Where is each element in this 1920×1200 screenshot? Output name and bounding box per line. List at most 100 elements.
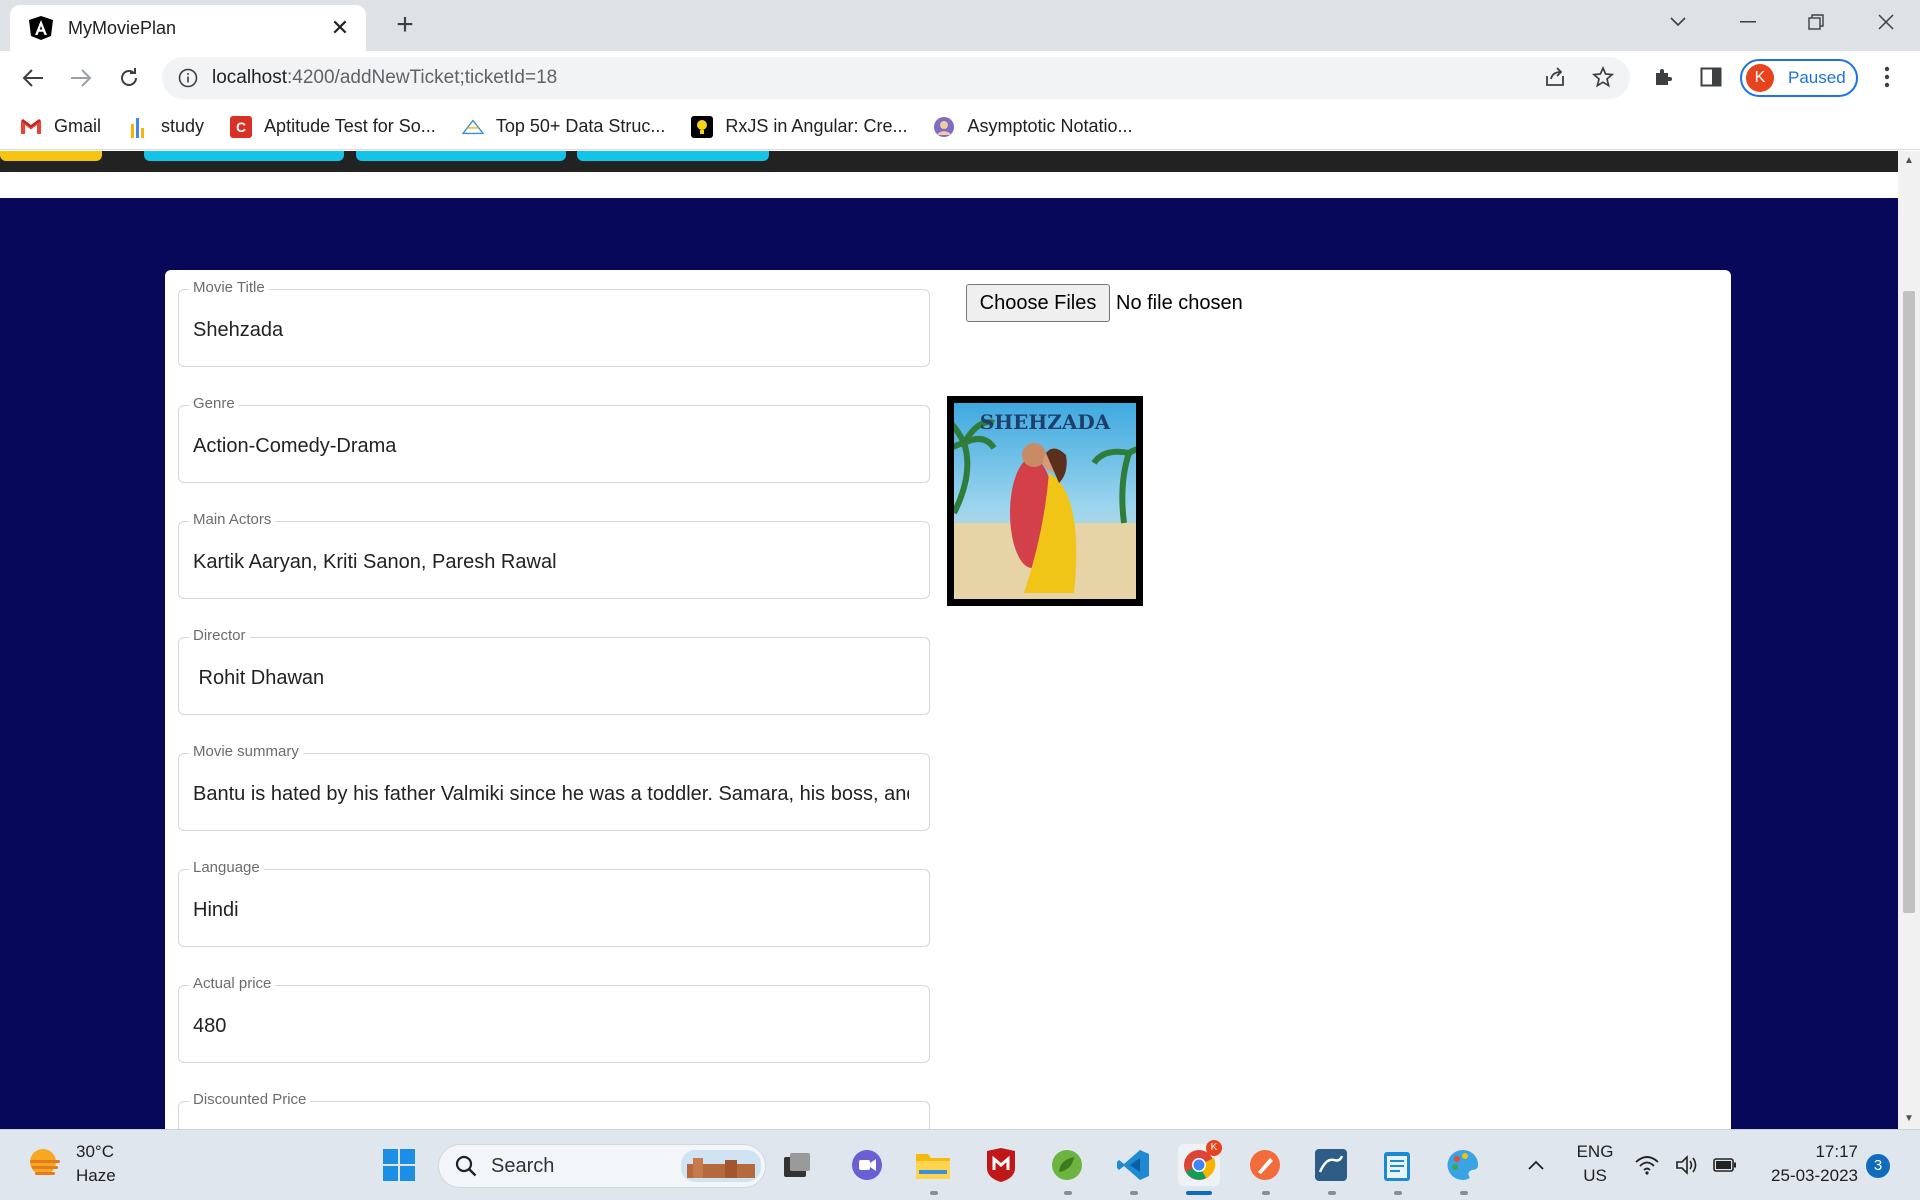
address-bar[interactable]: localhost:4200/addNewTicket;ticketId=18	[162, 57, 1630, 99]
profile-button[interactable]: K Paused	[1740, 59, 1858, 97]
close-tab-icon[interactable]: ✕	[328, 15, 352, 41]
paint-icon[interactable]	[1442, 1144, 1484, 1186]
side-panel-icon[interactable]	[1696, 62, 1726, 92]
nav-button[interactable]	[0, 151, 102, 161]
temperature: 30°C	[76, 1142, 114, 1161]
bookmark-study[interactable]: study	[127, 116, 204, 138]
share-icon[interactable]	[1540, 62, 1570, 92]
weather-widget[interactable]: 30°C Haze	[26, 1140, 116, 1188]
mcafee-icon[interactable]	[980, 1144, 1022, 1186]
bookmark-asymptotic[interactable]: Asymptotic Notatio...	[933, 116, 1133, 138]
vscode-icon[interactable]	[1112, 1144, 1154, 1186]
bookmark-gmail[interactable]: Gmail	[20, 116, 101, 138]
nav-button[interactable]	[356, 151, 566, 161]
file-status: No file chosen	[1116, 292, 1243, 314]
search-icon	[455, 1155, 477, 1177]
reload-icon[interactable]	[112, 61, 146, 95]
genre-field[interactable]: Genre Action-Comedy-Drama	[178, 395, 930, 484]
file-explorer-icon[interactable]	[912, 1144, 954, 1186]
more-menu-icon[interactable]	[1872, 62, 1902, 92]
main-actors-field[interactable]: Main Actors Kartik Aaryan, Kriti Sanon, …	[178, 511, 930, 600]
movie-summary-input[interactable]: Bantu is hated by his father Valmiki sin…	[193, 754, 909, 832]
app-running-indicator	[1394, 1191, 1402, 1195]
task-view-icon[interactable]	[776, 1144, 818, 1186]
scroll-up-arrow-icon[interactable]: ▲	[1898, 153, 1920, 169]
bookmarks-bar: Gmail study C Aptitude Test for So... To…	[0, 104, 1920, 150]
angular-icon	[29, 16, 53, 40]
site-info-icon[interactable]	[178, 68, 198, 88]
new-tab-icon[interactable]: +	[388, 8, 422, 42]
date: 25-03-2023	[1771, 1166, 1858, 1185]
browser-tab-strip: MyMoviePlan ✕ +	[0, 0, 1920, 51]
page-viewport: Movie Title Shehzada Genre Action-Comedy…	[0, 151, 1898, 1129]
windows-taskbar: 30°C Haze Search K ENG US 17:17 25-03-20…	[0, 1129, 1920, 1200]
scrollbar-thumb[interactable]	[1903, 291, 1915, 913]
avatar: K	[1746, 64, 1774, 92]
minimize-icon[interactable]	[1714, 0, 1782, 44]
app-running-indicator	[1064, 1191, 1072, 1195]
notification-count-badge[interactable]: 3	[1866, 1154, 1890, 1178]
app-active-indicator	[1186, 1191, 1212, 1195]
haze-sun-icon	[30, 1149, 60, 1175]
main-actors-input[interactable]: Kartik Aaryan, Kriti Sanon, Paresh Rawal	[193, 522, 909, 600]
movie-summary-field[interactable]: Movie summary Bantu is hated by his fath…	[178, 743, 930, 832]
teams-chat-icon[interactable]	[846, 1144, 888, 1186]
battery-icon[interactable]	[1708, 1144, 1742, 1186]
genre-input[interactable]: Action-Comedy-Drama	[193, 406, 909, 484]
actual-price-field[interactable]: Actual price 480	[178, 975, 930, 1064]
bookmark-aptitude[interactable]: C Aptitude Test for So...	[230, 115, 436, 138]
scroll-down-arrow-icon[interactable]: ▼	[1898, 1111, 1920, 1127]
add-ticket-form: Movie Title Shehzada Genre Action-Comedy…	[165, 270, 1731, 1129]
weather-condition: Haze	[76, 1166, 116, 1185]
restore-icon[interactable]	[1782, 0, 1850, 44]
spring-tool-suite-icon[interactable]	[1046, 1144, 1088, 1186]
discounted-price-input[interactable]	[193, 1102, 909, 1129]
extensions-icon[interactable]	[1648, 62, 1678, 92]
tab-search-chevron-icon[interactable]	[1644, 0, 1712, 44]
movie-poster-image: SHEHZADA	[947, 396, 1143, 606]
app-running-indicator	[930, 1191, 938, 1195]
back-icon[interactable]	[16, 61, 50, 95]
app-running-indicator	[1328, 1191, 1336, 1195]
actual-price-input[interactable]: 480	[193, 986, 909, 1064]
language-field[interactable]: Language Hindi	[178, 859, 930, 948]
director-input[interactable]: Rohit Dhawan	[193, 638, 909, 716]
url-text: localhost:4200/addNewTicket;ticketId=18	[212, 67, 558, 88]
clock[interactable]: 17:17 25-03-2023	[1756, 1140, 1858, 1188]
discounted-price-field[interactable]: Discounted Price	[178, 1091, 930, 1129]
bulb-icon	[691, 115, 714, 138]
nav-button[interactable]	[577, 151, 769, 161]
gmail-icon	[20, 116, 42, 138]
taskbar-search[interactable]: Search	[438, 1144, 766, 1188]
nav-button[interactable]	[144, 151, 344, 161]
browser-toolbar: localhost:4200/addNewTicket;ticketId=18 …	[0, 51, 1920, 104]
study-icon	[127, 116, 149, 138]
app-running-indicator	[1130, 1191, 1138, 1195]
browser-tab[interactable]: MyMoviePlan ✕	[10, 5, 366, 51]
bookmark-data-structures[interactable]: Top 50+ Data Struc...	[461, 116, 665, 138]
bookmark-star-icon[interactable]	[1588, 62, 1618, 92]
close-window-icon[interactable]	[1852, 0, 1920, 44]
volume-icon[interactable]	[1670, 1144, 1704, 1186]
postman-icon[interactable]	[1244, 1144, 1286, 1186]
movie-title-input[interactable]: Shehzada	[193, 290, 909, 368]
windows-start-icon[interactable]	[378, 1144, 420, 1186]
avatar-icon	[933, 116, 955, 138]
search-highlight-image	[681, 1150, 761, 1182]
chrome-icon[interactable]: K	[1178, 1140, 1222, 1186]
app-running-indicator	[1262, 1191, 1270, 1195]
profile-status: Paused	[1788, 68, 1846, 87]
page-scrollbar[interactable]: ▲ ▼	[1898, 151, 1920, 1129]
language-indicator[interactable]: ENG US	[1574, 1140, 1616, 1188]
mysql-workbench-icon[interactable]	[1310, 1144, 1352, 1186]
language-input[interactable]: Hindi	[193, 870, 909, 948]
movie-title-field[interactable]: Movie Title Shehzada	[178, 279, 930, 368]
director-field[interactable]: Director Rohit Dhawan	[178, 627, 930, 716]
show-hidden-icons-chevron-icon[interactable]	[1518, 1144, 1554, 1186]
wifi-icon[interactable]	[1630, 1144, 1664, 1186]
choose-files-button[interactable]: Choose Files	[966, 284, 1110, 322]
time: 17:17	[1815, 1142, 1858, 1161]
notepad-icon[interactable]	[1376, 1144, 1418, 1186]
forward-icon[interactable]	[64, 61, 98, 95]
bookmark-rxjs[interactable]: RxJS in Angular: Cre...	[691, 115, 907, 138]
